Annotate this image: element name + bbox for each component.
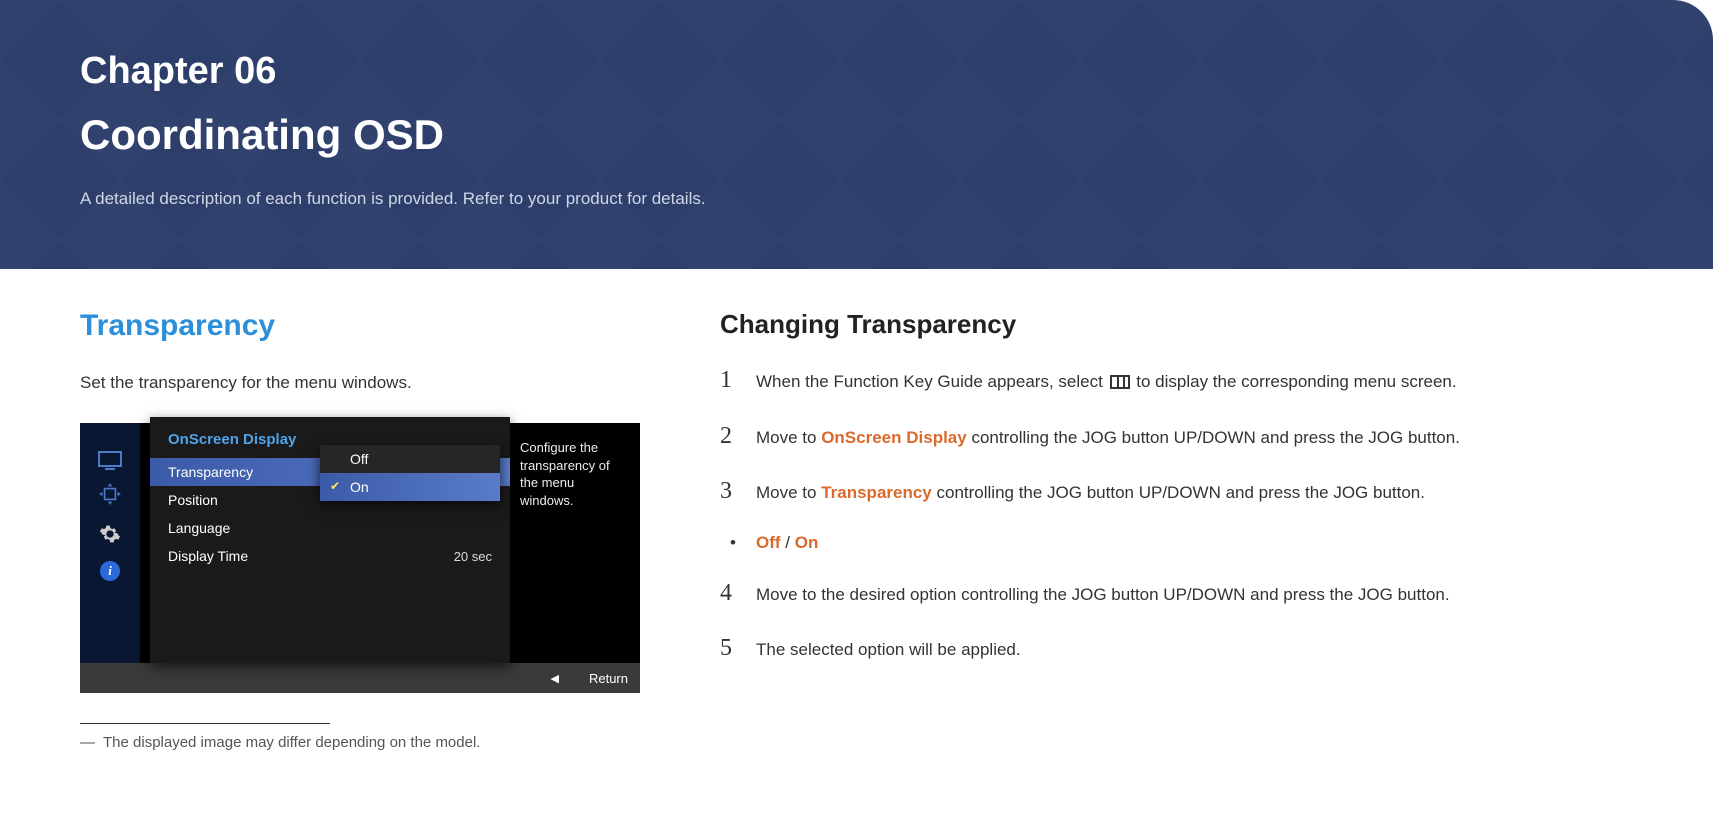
step-number: 2 <box>720 420 756 454</box>
gear-icon <box>94 521 126 547</box>
move-icon <box>94 481 126 507</box>
menu-grid-icon <box>1110 375 1130 389</box>
step-number: 3 <box>720 475 756 509</box>
step-3: 3 Move to Transparency controlling the J… <box>720 475 1633 509</box>
osd-help-text: Configure the transparency of the menu w… <box>510 423 640 663</box>
step-number: 1 <box>720 364 756 398</box>
separator: / <box>781 533 795 552</box>
info-icon: i <box>100 561 120 581</box>
step-number: 4 <box>720 577 756 611</box>
highlight-onscreen-display: OnScreen Display <box>821 428 967 447</box>
osd-return-label: Return <box>589 671 628 686</box>
text: Move to <box>756 483 821 502</box>
step-text: When the Function Key Guide appears, sel… <box>756 370 1457 394</box>
osd-item-label: Display Time <box>168 548 454 564</box>
osd-menu-panel: OnScreen Display Transparency Position L… <box>150 417 510 663</box>
osd-footer: ◀ Return <box>80 663 640 693</box>
monitor-icon <box>98 451 122 467</box>
section-heading-transparency: Transparency <box>80 309 660 343</box>
osd-item-value: 20 sec <box>454 549 492 564</box>
left-column: Transparency Set the transparency for th… <box>80 309 660 751</box>
osd-sidebar: i <box>80 423 140 663</box>
step-options: • Off / On <box>720 531 1633 555</box>
footnote-dash: ― <box>80 734 95 751</box>
osd-item-display-time: Display Time 20 sec <box>150 542 510 570</box>
step-text: Move to OnScreen Display controlling the… <box>756 426 1460 450</box>
footnote-rule <box>80 723 330 724</box>
step-list: 1 When the Function Key Guide appears, s… <box>720 364 1633 666</box>
right-column: Changing Transparency 1 When the Functio… <box>720 309 1633 751</box>
text: controlling the JOG button UP/DOWN and p… <box>967 428 1460 447</box>
bullet: • <box>720 531 756 555</box>
footnote: ― The displayed image may differ dependin… <box>80 734 660 751</box>
step-text: The selected option will be applied. <box>756 638 1021 662</box>
page-content: Transparency Set the transparency for th… <box>0 269 1713 791</box>
osd-dropdown-on: On <box>320 473 500 501</box>
step-1: 1 When the Function Key Guide appears, s… <box>720 364 1633 398</box>
osd-main: i OnScreen Display Transparency Position… <box>80 423 640 663</box>
highlight-transparency: Transparency <box>821 483 932 502</box>
step-5: 5 The selected option will be applied. <box>720 632 1633 666</box>
option-off: Off <box>756 533 781 552</box>
footnote-text: The displayed image may differ depending… <box>103 734 480 751</box>
section-intro: Set the transparency for the menu window… <box>80 373 660 393</box>
osd-screenshot: i OnScreen Display Transparency Position… <box>80 423 640 693</box>
osd-item-label: Language <box>168 520 492 536</box>
osd-dropdown-off: Off <box>320 445 500 473</box>
text: to display the corresponding menu screen… <box>1132 372 1457 391</box>
text: Move to <box>756 428 821 447</box>
option-on: On <box>795 533 819 552</box>
step-text: Move to the desired option controlling t… <box>756 583 1450 607</box>
chapter-banner: Chapter 06 Coordinating OSD A detailed d… <box>0 0 1713 269</box>
step-4: 4 Move to the desired option controlling… <box>720 577 1633 611</box>
step-text: Move to Transparency controlling the JOG… <box>756 481 1425 505</box>
chapter-title: Coordinating OSD <box>80 111 1633 159</box>
section-heading-changing: Changing Transparency <box>720 309 1633 340</box>
left-arrow-icon: ◀ <box>551 672 559 685</box>
chapter-desc: A detailed description of each function … <box>80 189 1633 209</box>
step-text: Off / On <box>756 531 818 555</box>
osd-dropdown: Off On <box>320 445 500 501</box>
chapter-label: Chapter 06 <box>80 50 1633 93</box>
step-2: 2 Move to OnScreen Display controlling t… <box>720 420 1633 454</box>
osd-item-language: Language <box>150 514 510 542</box>
text: When the Function Key Guide appears, sel… <box>756 372 1108 391</box>
text: controlling the JOG button UP/DOWN and p… <box>932 483 1425 502</box>
step-number: 5 <box>720 632 756 666</box>
